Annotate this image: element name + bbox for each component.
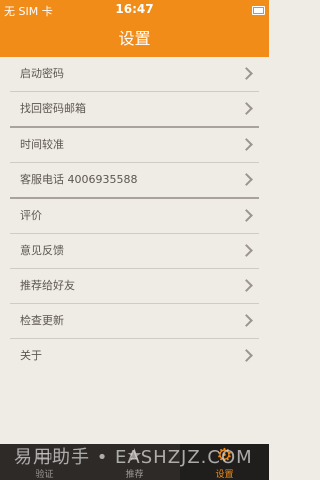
row-label: 启动密码 [20, 67, 64, 80]
status-time: 16:47 [115, 2, 154, 16]
row-label: 时间较准 [20, 138, 64, 151]
chevron-right-icon [240, 349, 253, 362]
chevron-right-icon [240, 173, 253, 186]
row-feedback[interactable]: 意见反馈 [10, 234, 259, 269]
status-bar: 无 SIM 卡 16:47 [0, 0, 269, 20]
chevron-right-icon [240, 102, 253, 115]
row-label: 检查更新 [20, 314, 64, 327]
row-label: 推荐给好友 [20, 279, 75, 292]
battery-icon [252, 6, 265, 15]
row-recovery-email[interactable]: 找回密码邮箱 [10, 92, 259, 128]
row-customer-service[interactable]: 客服电话 4006935588 [10, 163, 259, 199]
chevron-right-icon [240, 138, 253, 151]
row-label: 找回密码邮箱 [20, 102, 86, 115]
nav-bar: 设置 [0, 20, 269, 57]
page-title: 设置 [118, 29, 151, 48]
watermark: 易用助手 • EASHZJZ.COM [14, 447, 253, 468]
row-label: 关于 [20, 349, 42, 362]
row-time-calibration[interactable]: 时间较准 [10, 128, 259, 163]
row-check-update[interactable]: 检查更新 [10, 304, 259, 339]
chevron-right-icon [240, 279, 253, 292]
row-label: 意见反馈 [20, 244, 64, 257]
row-label: 评价 [20, 209, 42, 222]
chevron-right-icon [240, 314, 253, 327]
chevron-right-icon [240, 244, 253, 257]
chevron-right-icon [240, 67, 253, 80]
row-recommend-friends[interactable]: 推荐给好友 [10, 269, 259, 304]
row-about[interactable]: 关于 [10, 339, 259, 373]
row-rate[interactable]: 评价 [10, 199, 259, 234]
row-label: 客服电话 4006935588 [20, 173, 138, 186]
chevron-right-icon [240, 209, 253, 222]
settings-list: 启动密码 找回密码邮箱 时间较准 客服电话 4006935588 评价 意见反馈… [0, 57, 269, 373]
row-startup-password[interactable]: 启动密码 [10, 57, 259, 92]
